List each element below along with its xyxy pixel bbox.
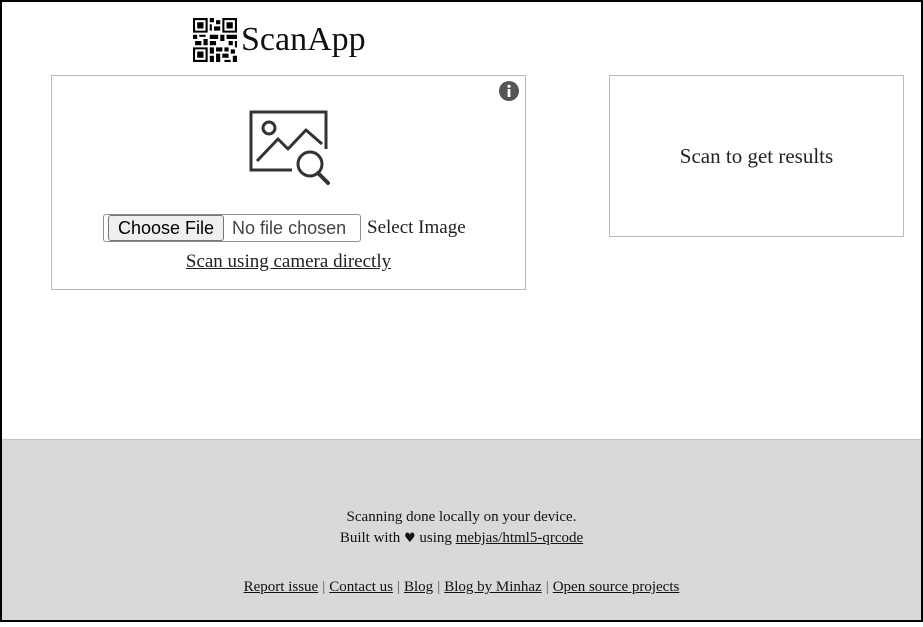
- footer-local-note: Scanning done locally on your device.: [346, 509, 577, 525]
- choose-file-button[interactable]: Choose File: [108, 215, 225, 241]
- app-logo: ScanApp: [193, 18, 366, 62]
- link-separator: |: [437, 579, 441, 595]
- file-input[interactable]: Choose File No file chosen: [103, 214, 361, 242]
- scan-panel: Choose File No file chosen Select Image …: [51, 75, 526, 290]
- built-with-prefix: Built with: [339, 530, 401, 546]
- link-separator: |: [545, 579, 549, 595]
- file-status-text: No file chosen: [232, 217, 347, 238]
- open-source-projects-link[interactable]: Open source projects: [553, 579, 680, 595]
- blog-by-minhaz-link[interactable]: Blog by Minhaz: [444, 579, 542, 595]
- blog-link[interactable]: Blog: [404, 579, 433, 595]
- image-search-icon: [249, 110, 330, 185]
- built-with-using: using: [419, 530, 452, 546]
- qr-code-icon: [193, 18, 237, 62]
- link-separator: |: [396, 579, 400, 595]
- contact-us-link[interactable]: Contact us: [329, 579, 393, 595]
- repo-link[interactable]: mebjas/html5-qrcode: [456, 530, 583, 546]
- report-issue-link[interactable]: Report issue: [244, 579, 319, 595]
- select-image-label: Select Image: [367, 217, 466, 238]
- file-picker-row: Choose File No file chosen Select Image: [103, 214, 466, 242]
- page-bottom-strip: [0, 622, 923, 627]
- footer-built-with: Built with ♥ using mebjas/html5-qrcode: [2, 530, 921, 547]
- footer-links: Report issue | Contact us | Blog | Blog by Min…: [2, 579, 921, 596]
- footer: Scanning done locally on your device. Bu…: [2, 439, 921, 620]
- app-frame: ScanApp Choose File No file chosen Selec…: [0, 0, 923, 622]
- scan-camera-link[interactable]: Scan using camera directly: [52, 251, 525, 273]
- result-panel: Scan to get results: [609, 75, 904, 237]
- info-icon[interactable]: [499, 81, 519, 101]
- result-placeholder: Scan to get results: [679, 143, 834, 168]
- link-separator: |: [322, 579, 326, 595]
- heart-icon: ♥: [404, 531, 416, 546]
- app-title: ScanApp: [241, 21, 366, 58]
